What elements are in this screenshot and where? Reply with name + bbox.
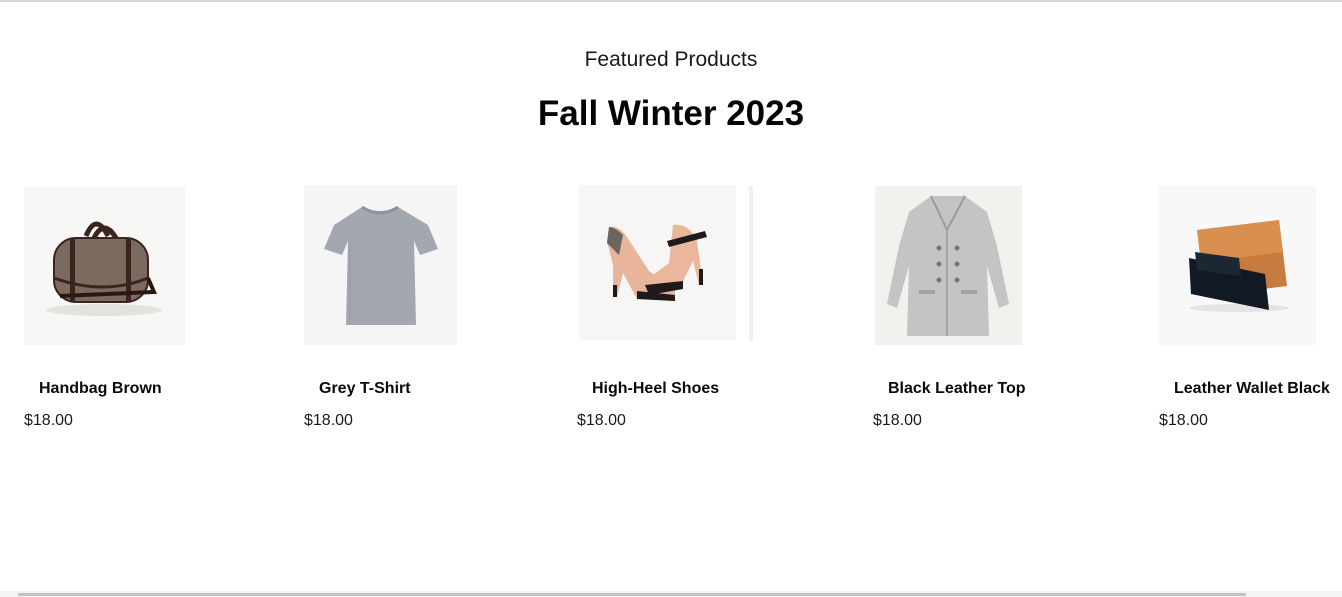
carousel-divider (749, 186, 753, 341)
product-name[interactable]: Leather Wallet Black (1174, 379, 1330, 399)
section-eyebrow: Featured Products (584, 48, 758, 71)
wallet-icon (1159, 186, 1316, 345)
product-name[interactable]: Handbag Brown (39, 379, 162, 399)
shoes-image[interactable] (579, 185, 736, 340)
featured-products-page: Featured Products Fall Winter 2023 Handb… (0, 0, 1342, 597)
product-name[interactable]: Black Leather Top (888, 379, 1026, 399)
coat-image[interactable] (875, 186, 1022, 345)
product-name[interactable]: High-Heel Shoes (592, 379, 719, 399)
product-price: $18.00 (873, 412, 922, 429)
product-name[interactable]: Grey T-Shirt (319, 379, 411, 399)
handbag-image[interactable] (24, 186, 185, 345)
top-divider (0, 0, 1342, 2)
section-headline: Fall Winter 2023 (537, 94, 805, 133)
handbag-icon (24, 186, 185, 345)
product-price: $18.00 (24, 412, 73, 429)
scrollbar-thumb[interactable] (18, 593, 1246, 596)
product-price: $18.00 (577, 412, 626, 429)
tshirt-image[interactable] (304, 185, 457, 345)
horizontal-scrollbar[interactable] (0, 591, 1342, 597)
tshirt-icon (304, 185, 457, 345)
product-price: $18.00 (1159, 412, 1208, 429)
wallet-image[interactable] (1159, 186, 1316, 345)
shoes-icon (579, 185, 736, 340)
product-price: $18.00 (304, 412, 353, 429)
coat-icon (875, 186, 1022, 345)
